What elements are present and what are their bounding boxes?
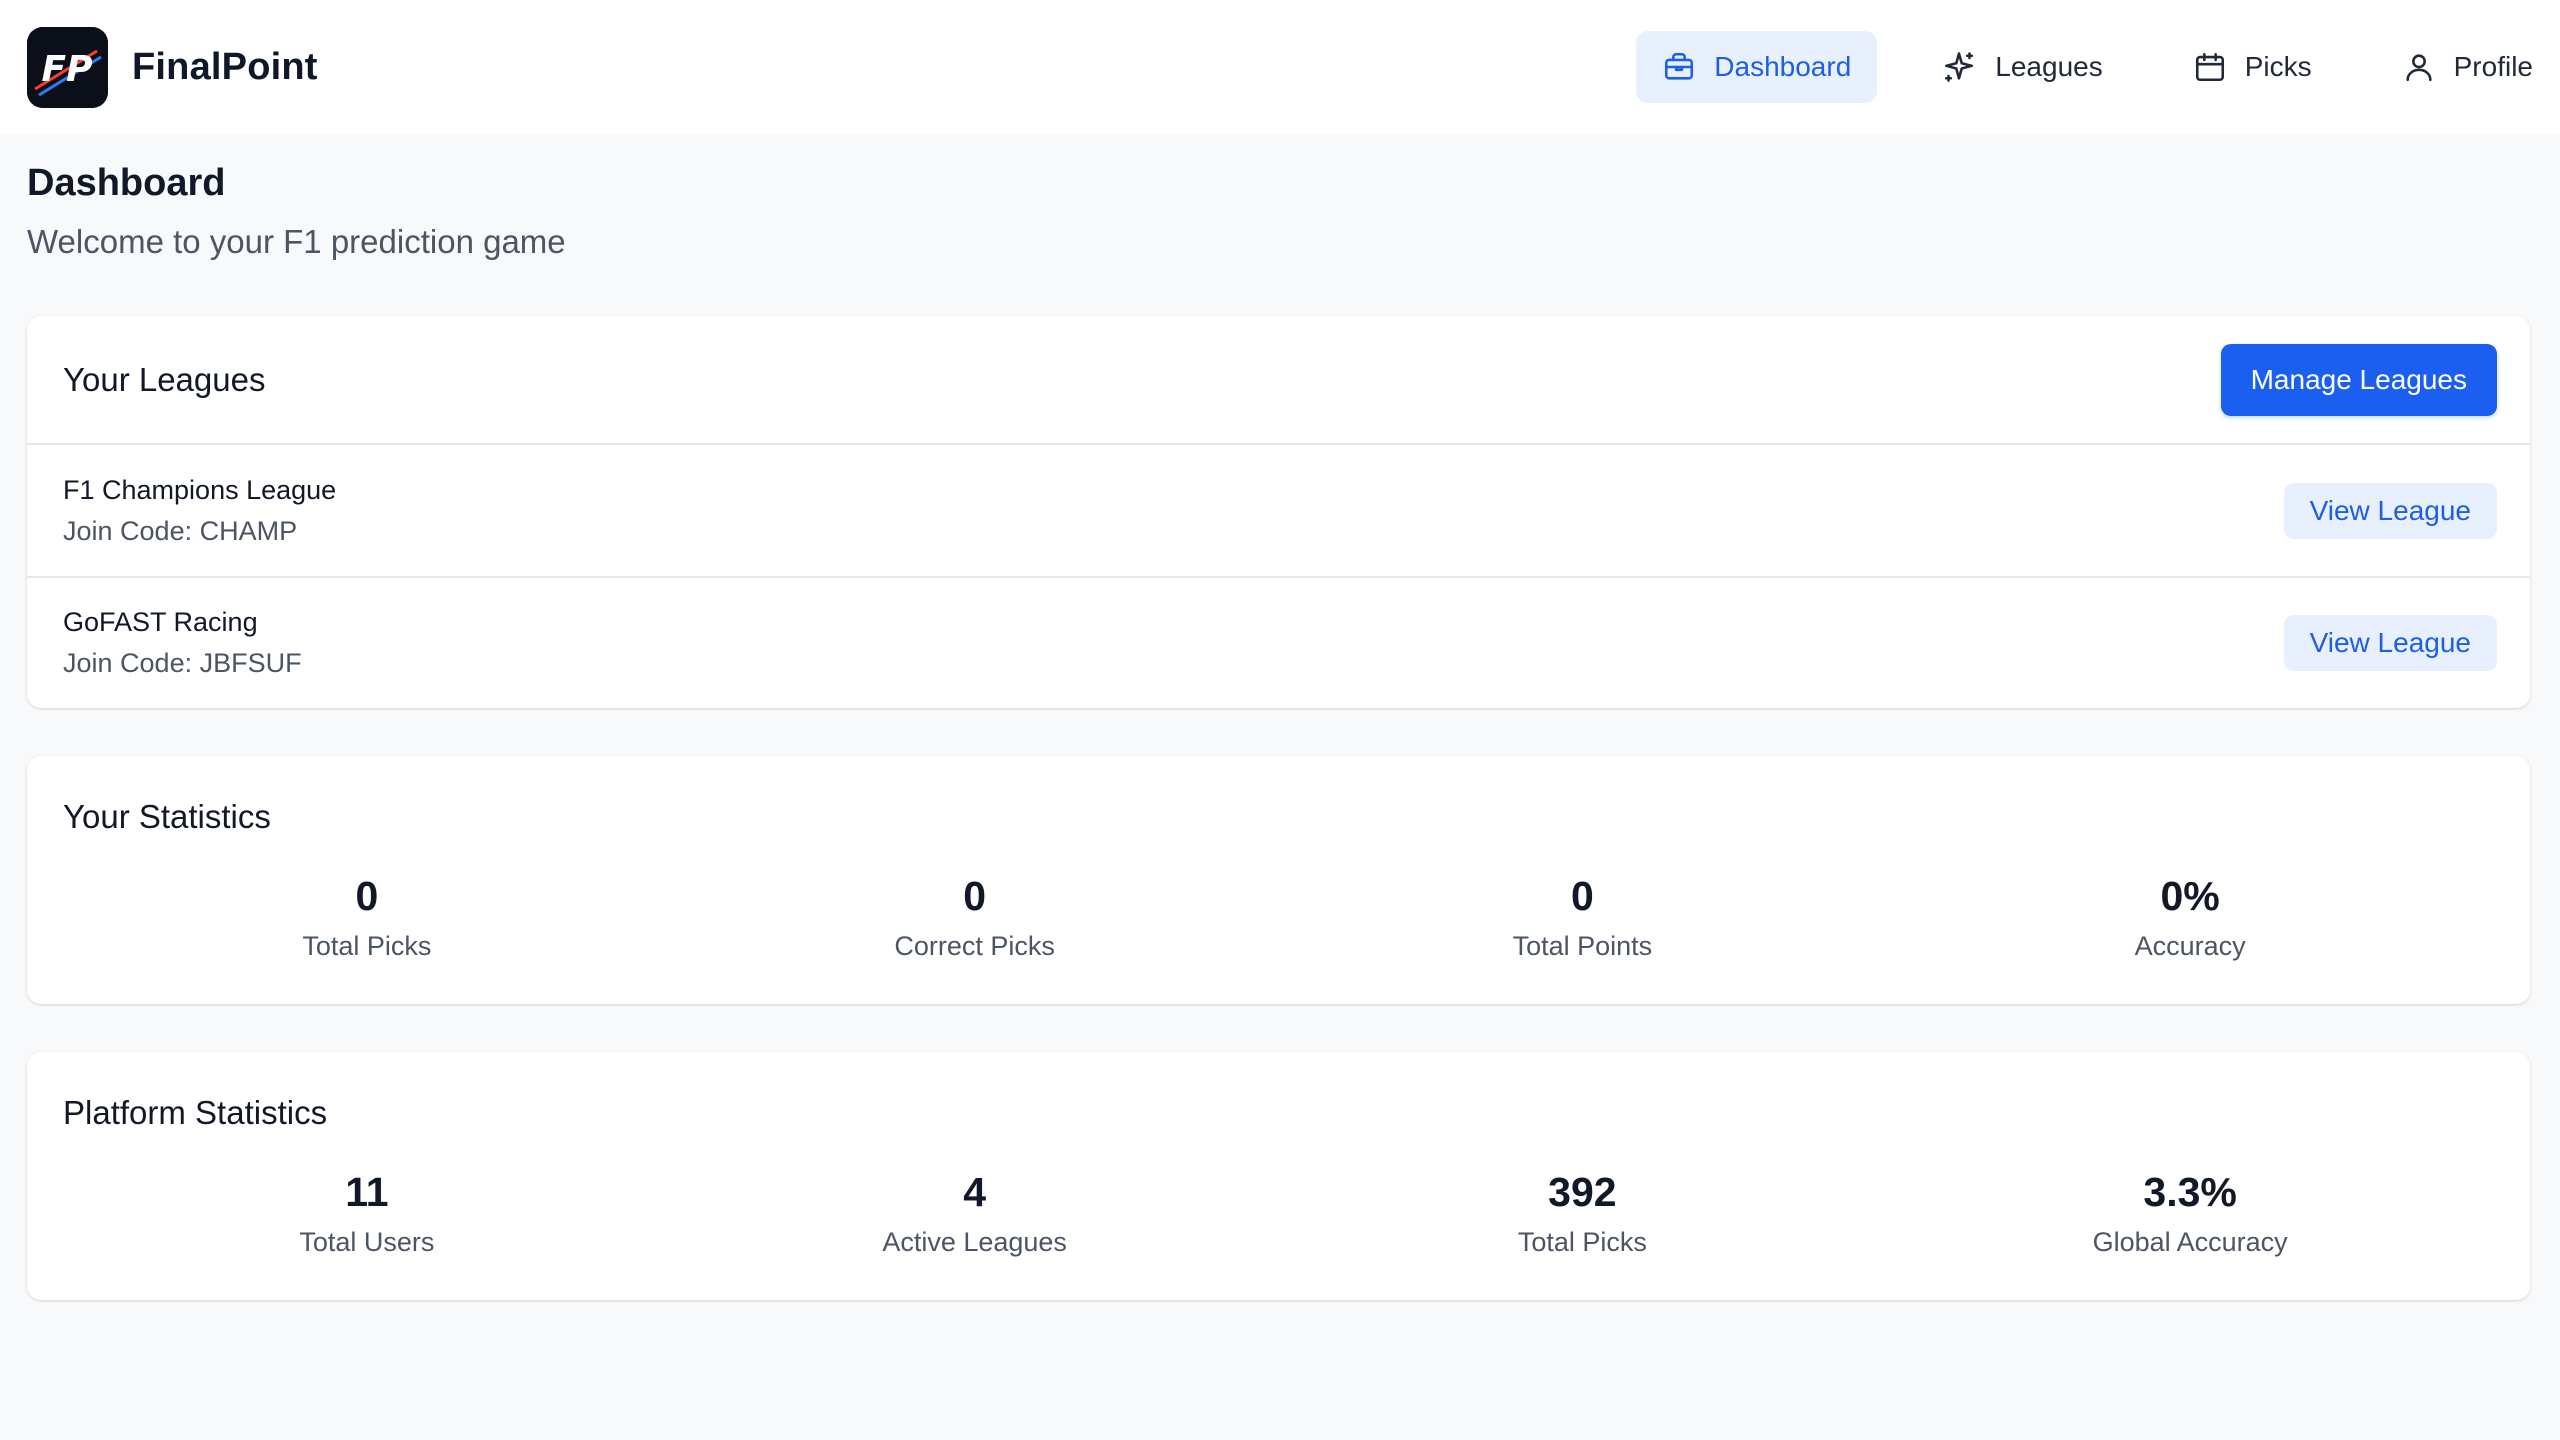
league-name: F1 Champions League xyxy=(63,474,337,505)
nav-dashboard-label: Dashboard xyxy=(1714,51,1852,82)
platform-statistics-grid: 11 Total Users 4 Active Leagues 392 Tota… xyxy=(63,1172,2494,1258)
league-info: F1 Champions League Join Code: CHAMP xyxy=(63,475,336,547)
your-statistics-card: Your Statistics 0 Total Picks 0 Correct … xyxy=(27,756,2530,1004)
stat-total-users: 11 Total Users xyxy=(63,1172,671,1258)
nav-leagues-label: Leagues xyxy=(1995,51,2103,82)
stat-label: Global Accuracy xyxy=(2092,1227,2288,1257)
sparkle-icon xyxy=(1945,52,1974,82)
user-icon xyxy=(2406,54,2432,82)
page-title: Dashboard xyxy=(27,162,226,204)
your-leagues-card: Your Leagues Manage Leagues F1 Champions… xyxy=(27,316,2530,708)
your-statistics-grid: 0 Total Picks 0 Correct Picks 0 Total Po… xyxy=(63,876,2494,962)
league-info: GoFAST Racing Join Code: JBFSUF xyxy=(63,607,302,679)
page-header: Dashboard Welcome to your F1 prediction … xyxy=(27,162,566,261)
top-navigation-bar: FP FinalPoint Dashboard Leagues Picks Pr… xyxy=(0,0,2560,134)
nav-picks-label: Picks xyxy=(2244,51,2312,82)
stat-active-leagues: 4 Active Leagues xyxy=(671,1172,1279,1258)
stat-global-accuracy: 3.3% Global Accuracy xyxy=(1886,1172,2494,1258)
stat-label: Total Users xyxy=(299,1227,435,1257)
platform-statistics-card: Platform Statistics 11 Total Users 4 Act… xyxy=(27,1052,2530,1300)
leagues-card-title: Your Leagues xyxy=(63,360,266,398)
main-nav: Dashboard Leagues Picks Profile xyxy=(1598,0,2533,134)
leagues-card-header: Your Leagues Manage Leagues xyxy=(27,316,2530,445)
stat-label: Total Picks xyxy=(302,931,432,961)
stat-total-points: 0 Total Points xyxy=(1279,876,1887,962)
manage-leagues-button[interactable]: Manage Leagues xyxy=(2220,343,2497,416)
league-join-code: Join Code: CHAMP xyxy=(63,515,298,546)
logo-text: FP xyxy=(42,49,93,90)
stat-value: 4 xyxy=(963,1169,987,1215)
briefcase-icon xyxy=(1665,52,1694,80)
stat-accuracy: 0% Accuracy xyxy=(1886,876,2494,962)
league-row: GoFAST Racing Join Code: JBFSUF View Lea… xyxy=(27,576,2530,707)
stat-total-picks: 0 Total Picks xyxy=(63,876,671,962)
nav-profile[interactable]: Profile xyxy=(2376,31,2559,103)
view-league-button[interactable]: View League xyxy=(2283,482,2497,539)
stat-value: 0 xyxy=(355,873,379,919)
view-league-button[interactable]: View League xyxy=(2283,614,2497,671)
stat-value: 0% xyxy=(2160,873,2220,919)
nav-profile-label: Profile xyxy=(2453,51,2533,82)
league-row: F1 Champions League Join Code: CHAMP Vie… xyxy=(27,445,2530,576)
finalpoint-logo: FP xyxy=(27,26,108,108)
nav-leagues[interactable]: Leagues xyxy=(1915,31,2128,103)
brand[interactable]: FP FinalPoint xyxy=(27,26,318,108)
nav-dashboard[interactable]: Dashboard xyxy=(1636,31,1878,103)
page-subtitle: Welcome to your F1 prediction game xyxy=(27,223,566,260)
app-name: FinalPoint xyxy=(132,45,318,88)
nav-picks[interactable]: Picks xyxy=(2167,31,2338,103)
stat-label: Correct Picks xyxy=(894,931,1055,961)
league-name: GoFAST Racing xyxy=(63,606,258,637)
stat-value: 0 xyxy=(1570,873,1594,919)
platform-statistics-title: Platform Statistics xyxy=(63,1094,328,1131)
stat-label: Active Leagues xyxy=(882,1227,1067,1257)
your-statistics-title: Your Statistics xyxy=(63,798,271,835)
stat-correct-picks: 0 Correct Picks xyxy=(671,876,1279,962)
stat-total-picks: 392 Total Picks xyxy=(1279,1172,1887,1258)
calendar-icon xyxy=(2195,52,2224,82)
league-join-code: Join Code: JBFSUF xyxy=(63,647,302,678)
stat-value: 3.3% xyxy=(2143,1169,2237,1215)
stat-value: 11 xyxy=(345,1169,389,1215)
stat-label: Total Points xyxy=(1512,931,1653,961)
stat-label: Total Picks xyxy=(1517,1227,1647,1257)
stat-label: Accuracy xyxy=(2134,931,2246,961)
stat-value: 392 xyxy=(1548,1169,1617,1215)
stat-value: 0 xyxy=(963,873,987,919)
